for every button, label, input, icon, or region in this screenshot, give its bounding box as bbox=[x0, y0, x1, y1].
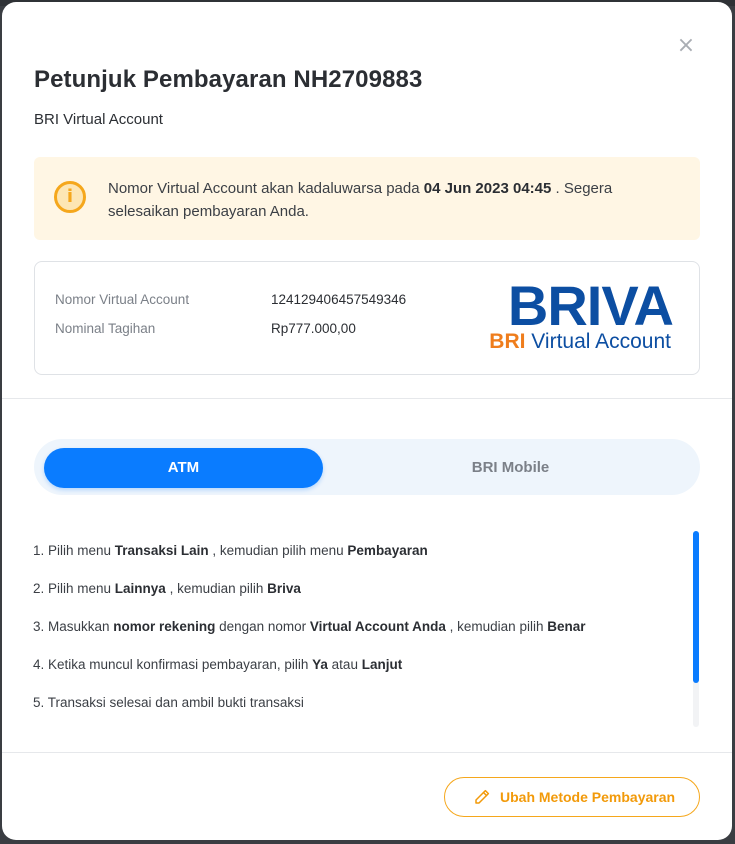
expiry-notice-text: Nomor Virtual Account akan kadaluwarsa p… bbox=[108, 177, 678, 223]
modal-title: Petunjuk Pembayaran NH2709883 bbox=[34, 66, 423, 93]
step-text: , kemudian pilih menu bbox=[208, 543, 348, 558]
briva-logo-subtitle: BRI Virtual Account bbox=[489, 330, 671, 354]
expiry-notice: i Nomor Virtual Account akan kadaluwarsa… bbox=[34, 157, 700, 240]
va-number-value: 124129406457549346 bbox=[271, 292, 407, 307]
step-keyword: Transaksi Lain bbox=[114, 543, 209, 558]
va-number-label: Nomor Virtual Account bbox=[55, 292, 190, 307]
change-payment-method-button[interactable]: Ubah Metode Pembayaran bbox=[444, 777, 700, 817]
step-text: 3. Masukkan bbox=[33, 619, 114, 634]
step-keyword: Briva bbox=[267, 581, 301, 596]
step-text: 5. Transaksi selesai dan ambil bukti tra… bbox=[33, 695, 304, 710]
footer-divider bbox=[2, 752, 732, 753]
close-icon[interactable]: × bbox=[676, 35, 696, 57]
step-text: 1. Pilih menu bbox=[33, 543, 115, 558]
step-text: 2. Pilih menu bbox=[33, 581, 115, 596]
payment-channel-tabs: ATM BRI Mobile bbox=[34, 439, 700, 495]
briva-logo-word: BRIVA bbox=[507, 274, 674, 337]
briva-logo-bri: BRI bbox=[489, 330, 526, 353]
instruction-steps: 1. Pilih menu Transaksi Lain , kemudian … bbox=[33, 542, 673, 732]
pencil-icon bbox=[475, 789, 490, 804]
instruction-step: 1. Pilih menu Transaksi Lain , kemudian … bbox=[33, 542, 673, 580]
step-text: dengan nomor bbox=[215, 619, 310, 634]
steps-scrollbar-thumb[interactable] bbox=[693, 531, 699, 683]
step-text: , kemudian pilih bbox=[445, 619, 548, 634]
info-icon: i bbox=[54, 181, 86, 213]
step-text: , kemudian pilih bbox=[165, 581, 268, 596]
payment-method-name: BRI Virtual Account bbox=[34, 111, 163, 128]
instruction-step: 5. Transaksi selesai dan ambil bukti tra… bbox=[33, 694, 673, 732]
step-keyword: Virtual Account Anda bbox=[309, 619, 446, 634]
instruction-step: 4. Ketika muncul konfirmasi pembayaran, … bbox=[33, 656, 673, 694]
tab-bri-mobile[interactable]: BRI Mobile bbox=[371, 448, 650, 488]
briva-logo: BRIVA BRI Virtual Account bbox=[489, 274, 674, 354]
step-text: 4. Ketika muncul konfirmasi pembayaran, … bbox=[33, 657, 313, 672]
instruction-step: 2. Pilih menu Lainnya , kemudian pilih B… bbox=[33, 580, 673, 618]
amount-value: Rp777.000,00 bbox=[271, 321, 356, 336]
step-keyword: Ya bbox=[312, 657, 328, 672]
section-divider bbox=[2, 398, 732, 399]
notice-text-before: Nomor Virtual Account akan kadaluwarsa p… bbox=[108, 180, 424, 197]
instruction-step: 3. Masukkan nomor rekening dengan nomor … bbox=[33, 618, 673, 656]
step-keyword: Lanjut bbox=[361, 657, 403, 672]
step-keyword: Pembayaran bbox=[347, 543, 428, 558]
step-keyword: Lainnya bbox=[114, 581, 166, 596]
virtual-account-card: Nomor Virtual Account 124129406457549346… bbox=[34, 261, 700, 375]
change-payment-method-label: Ubah Metode Pembayaran bbox=[500, 789, 676, 805]
amount-label: Nominal Tagihan bbox=[55, 321, 156, 336]
step-keyword: nomor rekening bbox=[113, 619, 216, 634]
briva-logo-va: Virtual Account bbox=[525, 330, 671, 353]
step-text: atau bbox=[327, 657, 362, 672]
step-keyword: Benar bbox=[547, 619, 586, 634]
tab-atm[interactable]: ATM bbox=[44, 448, 323, 488]
expiry-datetime: 04 Jun 2023 04:45 bbox=[423, 180, 552, 197]
payment-instructions-modal: × Petunjuk Pembayaran NH2709883 BRI Virt… bbox=[2, 2, 732, 840]
